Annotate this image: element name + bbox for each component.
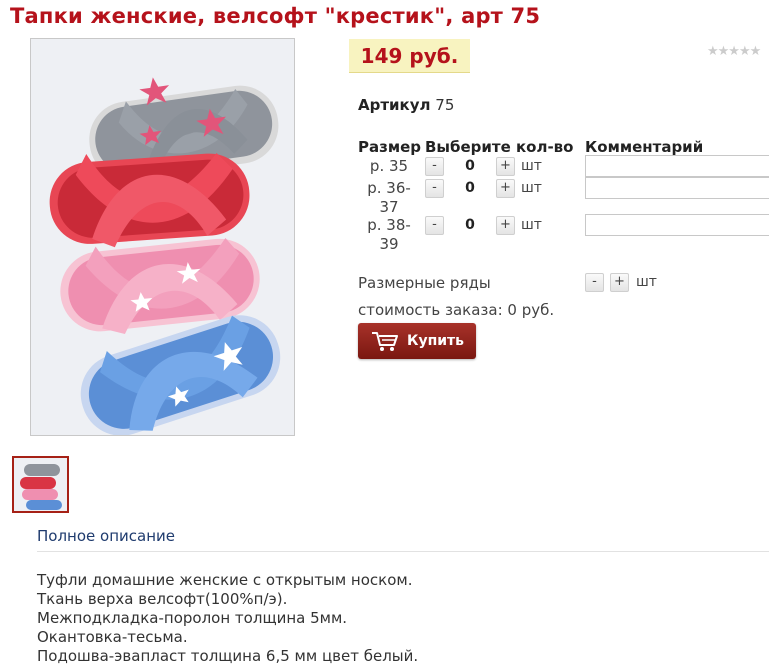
description-line: Туфли домашние женские с открытым носком… xyxy=(37,571,413,589)
description-line: Ткань верха велсофт(100%п/э). xyxy=(37,590,288,608)
decrease-button[interactable]: - xyxy=(425,179,444,198)
unit-label: шт xyxy=(521,180,542,196)
comment-input[interactable] xyxy=(585,214,769,236)
size-label: р. 35 xyxy=(369,157,409,175)
size-label: р. 36-37 xyxy=(367,179,411,216)
rating-stars-icon[interactable]: ★★★★★ xyxy=(707,44,761,59)
decrease-button[interactable]: - xyxy=(425,216,444,235)
description-line: Межподкладка-поролон толщина 5мм. xyxy=(37,609,348,627)
size-rows-increase-button[interactable]: + xyxy=(610,273,629,292)
size-rows-decrease-button[interactable]: - xyxy=(585,273,604,292)
size-rows-unit-label: шт xyxy=(636,274,657,290)
comment-input[interactable] xyxy=(585,155,769,177)
increase-button[interactable]: + xyxy=(496,216,515,235)
sku-value: 75 xyxy=(435,96,455,114)
cart-icon xyxy=(371,330,399,352)
quantity-value: 0 xyxy=(465,217,475,233)
price-badge: 149 руб. xyxy=(349,39,470,73)
product-description: Туфли домашние женские с открытым носком… xyxy=(37,571,418,666)
description-line: Окантовка-тесьма. xyxy=(37,628,188,646)
sku-label: Артикул xyxy=(358,96,431,114)
comment-input[interactable] xyxy=(585,177,769,199)
size-rows-label: Размерные ряды xyxy=(358,274,491,292)
sku: Артикул 75 xyxy=(358,96,454,114)
tab-full-description[interactable]: Полное описание xyxy=(37,527,175,545)
product-thumbnail[interactable] xyxy=(12,456,69,513)
qty-column-header: Выберите кол-во xyxy=(425,138,574,156)
tab-divider xyxy=(37,551,769,552)
unit-label: шт xyxy=(521,158,542,174)
order-cost: стоимость заказа: 0 руб. xyxy=(358,301,555,319)
decrease-button[interactable]: - xyxy=(425,157,444,176)
product-title: Тапки женские, велсофт "крестик", арт 75 xyxy=(10,4,541,28)
increase-button[interactable]: + xyxy=(496,157,515,176)
buy-button[interactable]: Купить xyxy=(358,323,476,359)
unit-label: шт xyxy=(521,217,542,233)
comment-column-header: Комментарий xyxy=(585,138,704,156)
product-main-image[interactable] xyxy=(30,38,295,436)
quantity-value: 0 xyxy=(465,180,475,196)
increase-button[interactable]: + xyxy=(496,179,515,198)
description-line: Подошва-эвапласт толщина 6,5 мм цвет бел… xyxy=(37,647,419,665)
buy-button-label: Купить xyxy=(407,333,465,349)
quantity-value: 0 xyxy=(465,158,475,174)
size-label: р. 38-39 xyxy=(367,216,411,253)
size-column-header: Размер xyxy=(358,138,422,156)
